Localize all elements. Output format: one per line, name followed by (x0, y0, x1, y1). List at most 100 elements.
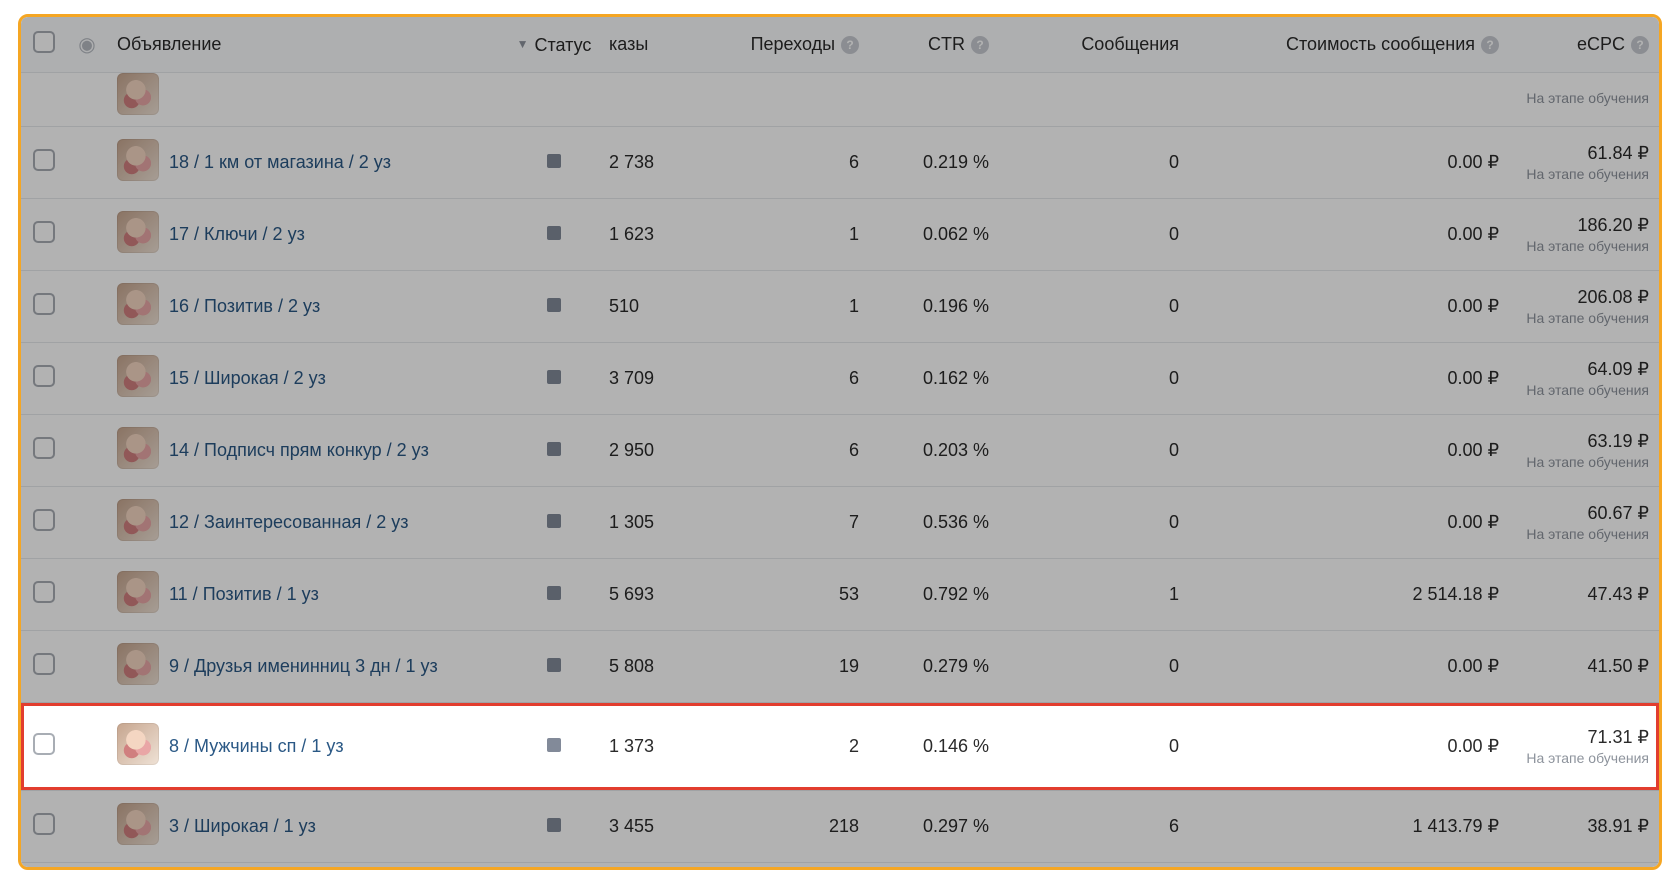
col-messages[interactable]: Сообщения (999, 17, 1189, 73)
col-kazy[interactable]: казы (609, 17, 699, 73)
row-select[interactable] (21, 127, 67, 199)
row-ecpc: 47.43 (1509, 559, 1659, 631)
col-ctr[interactable]: CTR ? (869, 17, 999, 73)
row-messages (999, 73, 1189, 127)
table-row[interactable]: 12 / Заинтересованная / 2 уз1 30570.536 … (21, 487, 1659, 559)
table-row[interactable]: 3 / Широкая / 1 уз3 4552180.297 %61 413.… (21, 791, 1659, 863)
ad-thumbnail[interactable] (107, 127, 159, 199)
row-status[interactable] (499, 791, 609, 863)
ad-name[interactable]: 8 / Мужчины сп / 1 уз (159, 703, 499, 791)
row-status[interactable] (499, 703, 609, 791)
row-select[interactable] (21, 863, 67, 871)
ad-link[interactable]: 15 / Широкая / 2 уз (169, 368, 326, 388)
ad-link[interactable]: 8 / Мужчины сп / 1 уз (169, 736, 344, 756)
ad-thumbnail[interactable] (107, 631, 159, 703)
checkbox-icon (33, 509, 55, 531)
row-select[interactable] (21, 271, 67, 343)
table-row[interactable]: 16 / Позитив / 2 уз51010.196 %00.00206.0… (21, 271, 1659, 343)
row-ecpc: 39.48На этапе обучения (1509, 863, 1659, 871)
row-ctr: 0.162 % (869, 343, 999, 415)
help-icon[interactable]: ? (971, 36, 989, 54)
ad-name[interactable]: 12 / Заинтересованная / 2 уз (159, 487, 499, 559)
table-row[interactable]: 9 / Друзья именинниц 3 дн / 1 уз5 808190… (21, 631, 1659, 703)
table-row[interactable]: На этапе обучения (21, 73, 1659, 127)
row-clicks: 6 (699, 415, 869, 487)
row-status[interactable] (499, 631, 609, 703)
ad-thumbnail[interactable] (107, 343, 159, 415)
row-select[interactable] (21, 631, 67, 703)
row-kazy: 3 455 (609, 791, 699, 863)
ad-thumbnail[interactable] (107, 559, 159, 631)
col-preview[interactable]: ◉ (67, 17, 107, 73)
ad-thumbnail[interactable] (107, 271, 159, 343)
ad-name[interactable]: 17 / Ключи / 2 уз (159, 199, 499, 271)
col-ad[interactable]: Объявление (107, 17, 499, 73)
ad-link[interactable]: 14 / Подписч прям конкур / 2 уз (169, 440, 429, 460)
row-status[interactable] (499, 271, 609, 343)
ad-link[interactable]: 16 / Позитив / 2 уз (169, 296, 320, 316)
table-row[interactable]: 8 / Мужчины сп / 1 уз1 37320.146 %00.007… (21, 703, 1659, 791)
col-status[interactable]: ▼Статус (499, 17, 609, 73)
row-status[interactable] (499, 863, 609, 871)
ad-thumbnail[interactable] (107, 487, 159, 559)
sort-caret-down-icon: ▼ (517, 37, 529, 51)
ad-name[interactable]: 14 / Подписч прям конкур / 2 уз (159, 415, 499, 487)
col-ecpc[interactable]: eCPC ? (1509, 17, 1659, 73)
ad-link[interactable]: 17 / Ключи / 2 уз (169, 224, 305, 244)
table-body: На этапе обучения18 / 1 км от магазина /… (21, 73, 1659, 871)
ad-thumbnail[interactable] (107, 73, 159, 127)
ad-thumbnail[interactable] (107, 791, 159, 863)
ad-name[interactable]: 2 / Подписч прям конкур / 1 уз (159, 863, 499, 871)
ad-thumbnail[interactable] (107, 199, 159, 271)
table-row[interactable]: 2 / Подписч прям конкур / 1 уз2 636100.3… (21, 863, 1659, 871)
table-row[interactable]: 18 / 1 км от магазина / 2 уз2 73860.219 … (21, 127, 1659, 199)
row-status[interactable] (499, 343, 609, 415)
col-select-all[interactable] (21, 17, 67, 73)
row-clicks: 2 (699, 703, 869, 791)
row-select[interactable] (21, 487, 67, 559)
help-icon[interactable]: ? (1481, 36, 1499, 54)
ad-name[interactable]: 15 / Широкая / 2 уз (159, 343, 499, 415)
row-status[interactable] (499, 73, 609, 127)
ad-link[interactable]: 18 / 1 км от магазина / 2 уз (169, 152, 391, 172)
table-row[interactable]: 14 / Подписч прям конкур / 2 уз2 95060.2… (21, 415, 1659, 487)
table-row[interactable]: 17 / Ключи / 2 уз1 62310.062 %00.00186.2… (21, 199, 1659, 271)
help-icon[interactable]: ? (841, 36, 859, 54)
ad-link[interactable]: 11 / Позитив / 1 уз (169, 584, 319, 604)
ads-table-frame: ◉ Объявление ▼Статус казы Переходы ? CTR… (18, 14, 1662, 870)
row-select[interactable] (21, 791, 67, 863)
row-select[interactable] (21, 559, 67, 631)
ad-name[interactable] (159, 73, 499, 127)
table-row[interactable]: 11 / Позитив / 1 уз5 693530.792 %12 514.… (21, 559, 1659, 631)
row-kazy: 2 636 (609, 863, 699, 871)
row-kazy (609, 73, 699, 127)
row-status[interactable] (499, 487, 609, 559)
col-clicks[interactable]: Переходы ? (699, 17, 869, 73)
ad-thumbnail[interactable] (107, 863, 159, 871)
ad-thumbnail[interactable] (107, 703, 159, 791)
row-kazy: 510 (609, 271, 699, 343)
row-select[interactable] (21, 199, 67, 271)
row-status[interactable] (499, 127, 609, 199)
row-kazy: 2 950 (609, 415, 699, 487)
learning-note: На этапе обучения (1519, 166, 1649, 182)
row-select[interactable] (21, 415, 67, 487)
help-icon[interactable]: ? (1631, 36, 1649, 54)
table-row[interactable]: 15 / Широкая / 2 уз3 70960.162 %00.0064.… (21, 343, 1659, 415)
ad-link[interactable]: 12 / Заинтересованная / 2 уз (169, 512, 408, 532)
row-select[interactable] (21, 73, 67, 127)
row-select[interactable] (21, 343, 67, 415)
row-status[interactable] (499, 199, 609, 271)
ad-link[interactable]: 9 / Друзья именинниц 3 дн / 1 уз (169, 656, 438, 676)
ad-name[interactable]: 16 / Позитив / 2 уз (159, 271, 499, 343)
row-status[interactable] (499, 559, 609, 631)
col-cost-msg[interactable]: Стоимость сообщения ? (1189, 17, 1509, 73)
ad-name[interactable]: 9 / Друзья именинниц 3 дн / 1 уз (159, 631, 499, 703)
ad-thumbnail[interactable] (107, 415, 159, 487)
row-select[interactable] (21, 703, 67, 791)
ad-name[interactable]: 3 / Широкая / 1 уз (159, 791, 499, 863)
ad-link[interactable]: 3 / Широкая / 1 уз (169, 816, 316, 836)
ad-name[interactable]: 11 / Позитив / 1 уз (159, 559, 499, 631)
ad-name[interactable]: 18 / 1 км от магазина / 2 уз (159, 127, 499, 199)
row-status[interactable] (499, 415, 609, 487)
